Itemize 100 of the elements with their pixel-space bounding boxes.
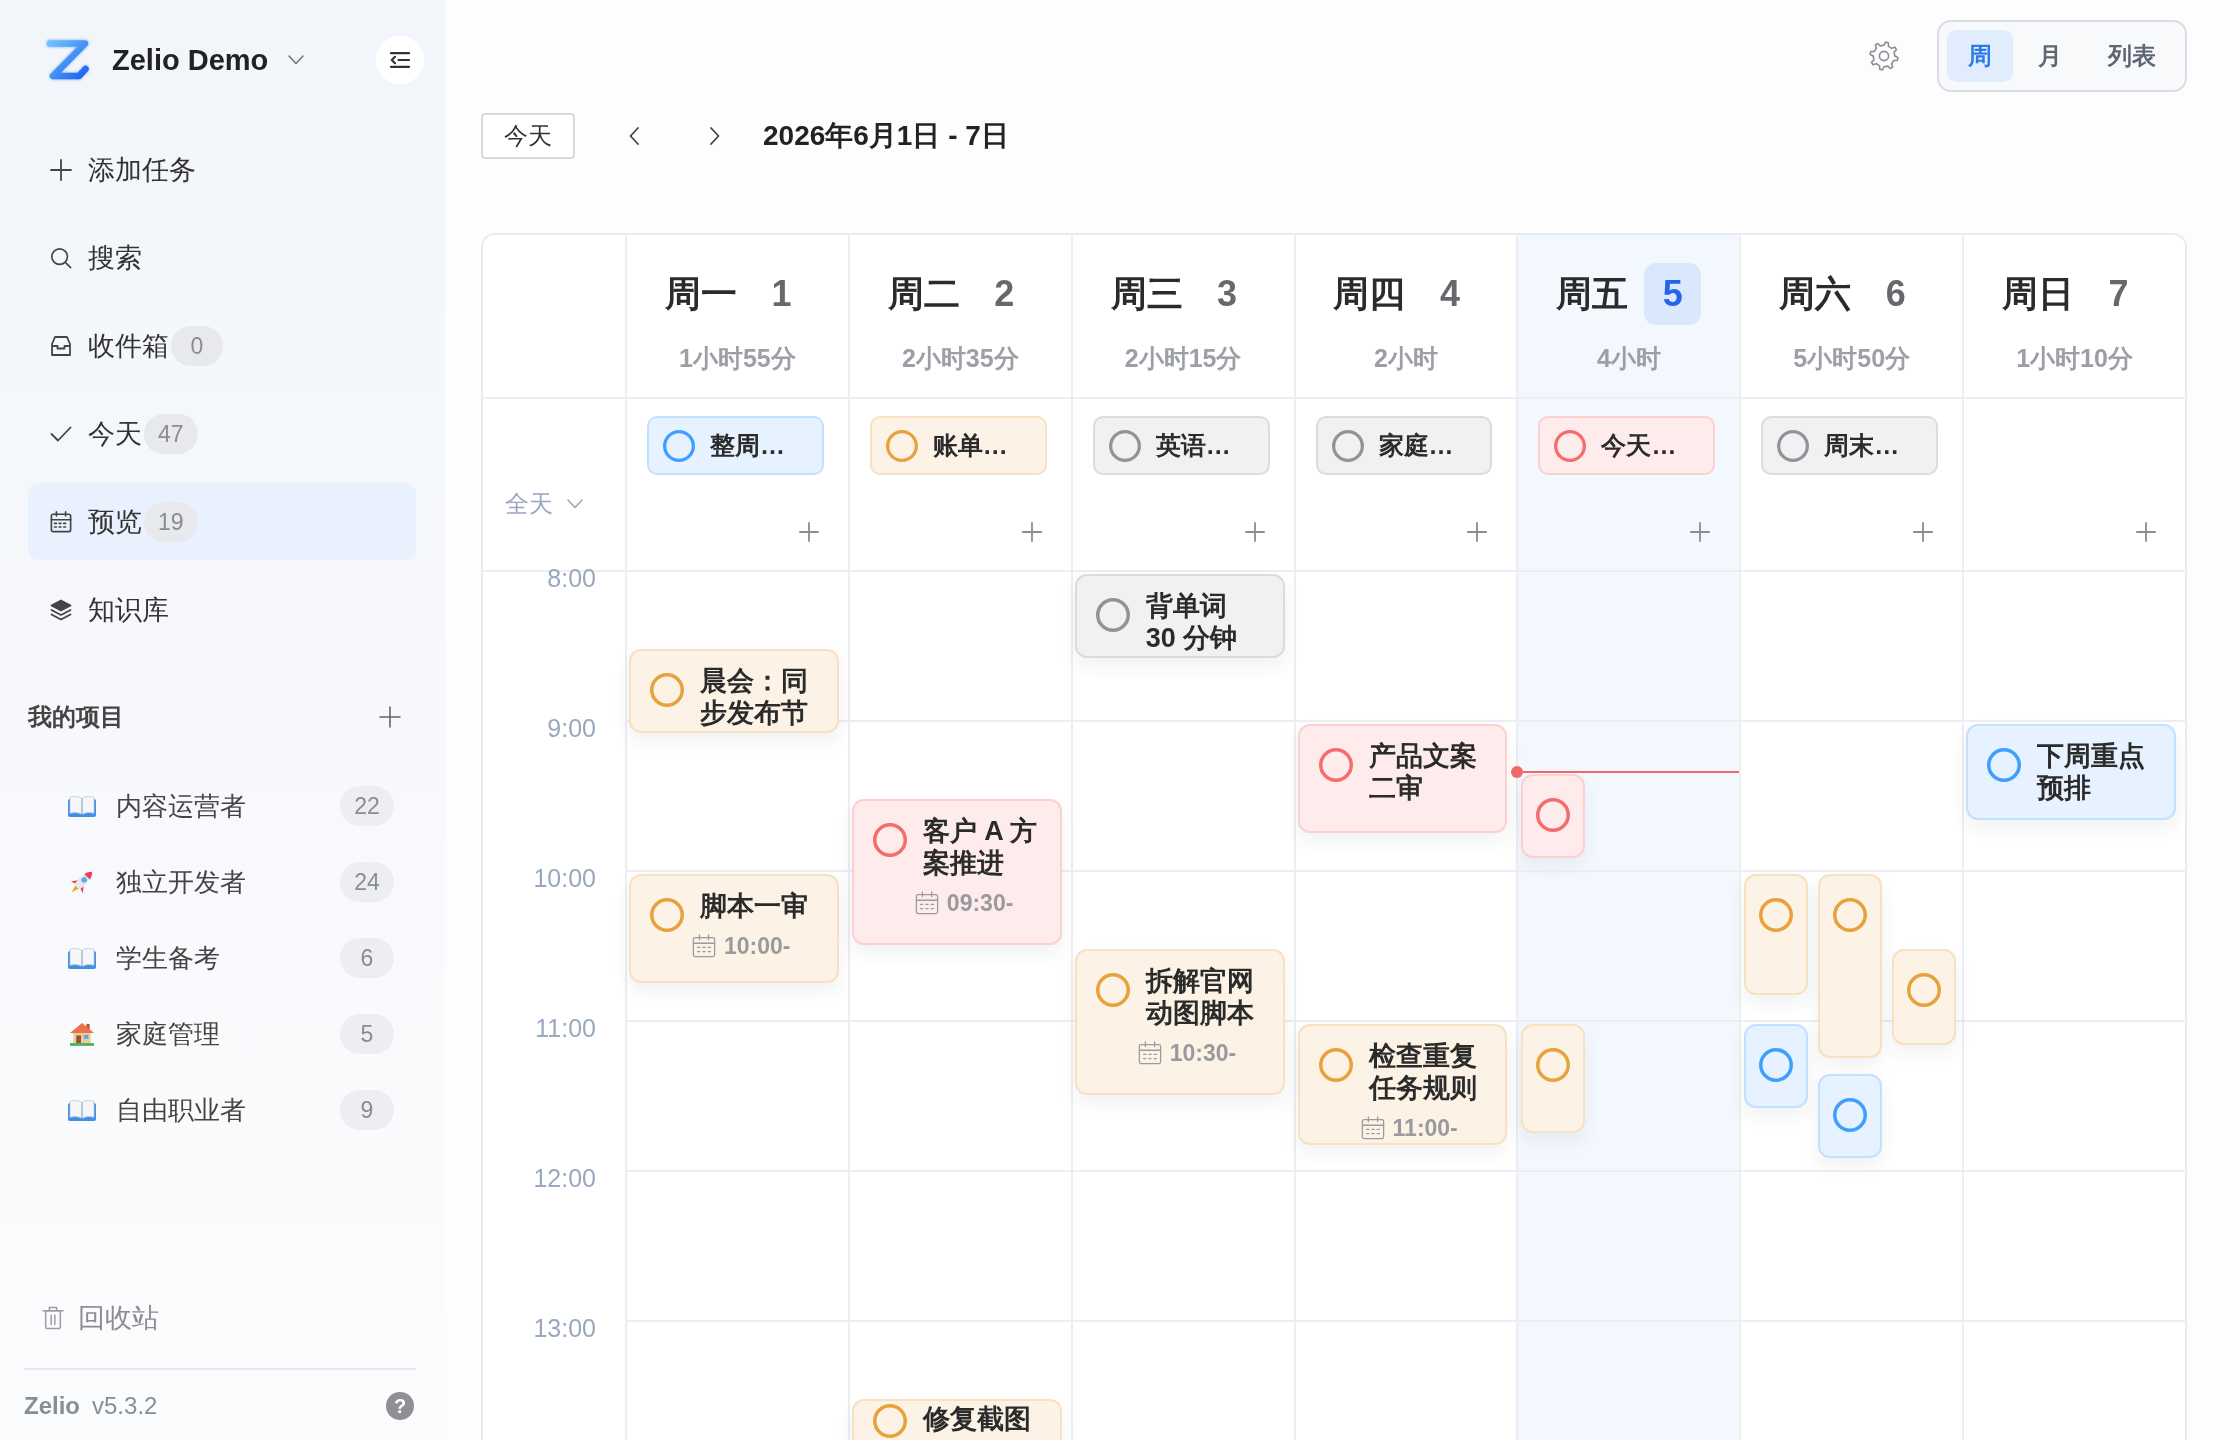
weekday-label: 周五 <box>1556 271 1629 316</box>
date-number: 7 <box>2107 272 2130 316</box>
checkbox-circle-icon[interactable] <box>1536 1048 1571 1082</box>
all-day-task-chip[interactable]: 英语… <box>1092 416 1270 476</box>
event-card[interactable]: 修复截图 <box>851 1399 1062 1440</box>
hour-label: 10:00 <box>533 864 596 892</box>
event-card[interactable] <box>1744 874 1809 995</box>
event-title: 检查重复任务规则 <box>1368 1040 1478 1104</box>
plus-icon <box>1021 522 1042 542</box>
checkbox-circle-icon[interactable] <box>1095 598 1130 632</box>
add-event-button[interactable] <box>1690 522 1711 542</box>
event-title: 拆解官网动图脚本 <box>1145 965 1255 1029</box>
checkbox-circle-icon[interactable] <box>1554 429 1587 462</box>
project-item[interactable]: 家庭管理 5 <box>28 1004 416 1064</box>
checkbox-circle-icon[interactable] <box>1759 1048 1794 1082</box>
count-badge: 47 <box>144 413 198 454</box>
event-time: 09:30- <box>946 889 1014 917</box>
count-badge: 5 <box>340 1014 394 1054</box>
checkbox-circle-icon[interactable] <box>872 823 907 857</box>
workspace-switcher[interactable]: Zelio Demo <box>112 43 305 77</box>
chevron-right-icon <box>709 126 721 146</box>
all-day-task-chip[interactable]: 家庭… <box>1315 416 1493 476</box>
event-card[interactable] <box>1521 774 1586 858</box>
event-card[interactable] <box>1521 1024 1586 1133</box>
add-event-button[interactable] <box>1467 522 1488 542</box>
task-title: 周末… <box>1824 430 1900 462</box>
event-card[interactable] <box>1744 1024 1809 1108</box>
view-tab[interactable]: 列表 <box>2087 30 2177 82</box>
date-number: 2 <box>993 272 1016 316</box>
event-card[interactable]: 产品文案二审 <box>1297 724 1508 833</box>
add-event-button[interactable] <box>1021 522 1042 542</box>
sidebar-nav-item[interactable]: 收件箱 0 <box>28 307 416 384</box>
event-card[interactable] <box>1818 1074 1883 1158</box>
project-item[interactable]: 自由职业者 9 <box>28 1080 416 1140</box>
today-button[interactable]: 今天 <box>481 113 575 159</box>
checkbox-circle-icon[interactable] <box>1987 748 2022 782</box>
checkbox-circle-icon[interactable] <box>663 429 695 462</box>
collapse-sidebar-button[interactable] <box>376 36 424 84</box>
weekday-label: 周三 <box>1110 271 1183 316</box>
project-item[interactable]: 独立开发者 24 <box>28 852 416 912</box>
add-event-button[interactable] <box>798 522 819 542</box>
sidebar-nav-item[interactable]: 预览 19 <box>28 483 416 560</box>
checkbox-circle-icon[interactable] <box>1536 798 1571 832</box>
project-item[interactable]: 内容运营者 22 <box>28 776 416 836</box>
checkbox-circle-icon[interactable] <box>1108 429 1141 462</box>
count-badge: 22 <box>340 786 394 826</box>
event-card[interactable]: 下周重点预排 <box>1966 724 2176 820</box>
checkbox-circle-icon[interactable] <box>872 1404 907 1438</box>
sidebar-nav-item[interactable]: 今天 47 <box>28 395 416 472</box>
task-title: 家庭… <box>1378 430 1454 462</box>
view-tab[interactable]: 月 <box>2017 30 2083 82</box>
chevron-left-icon <box>628 126 640 146</box>
checkbox-circle-icon[interactable] <box>885 429 918 462</box>
calendar-icon <box>1137 1041 1162 1065</box>
event-time: 10:30- <box>1169 1039 1237 1067</box>
all-day-task-chip[interactable]: 周末… <box>1761 416 1939 476</box>
sidebar-nav-item[interactable]: 知识库 <box>28 571 416 648</box>
checkbox-circle-icon[interactable] <box>1095 973 1130 1007</box>
count-badge: 9 <box>340 1090 394 1130</box>
sidebar-nav-item[interactable]: 搜索 <box>28 219 416 296</box>
event-card[interactable]: 背单词 30 分钟 <box>1074 574 1285 658</box>
all-day-task-chip[interactable]: 账单… <box>869 416 1047 476</box>
event-card[interactable]: 脚本一审 10:00- <box>629 874 839 983</box>
previous-week-button[interactable] <box>628 126 640 146</box>
checkbox-circle-icon[interactable] <box>1331 429 1364 462</box>
checkbox-circle-icon[interactable] <box>1833 898 1868 932</box>
event-time: 10:00- <box>724 932 791 960</box>
add-event-button[interactable] <box>1913 522 1934 542</box>
event-card[interactable]: 检查重复任务规则 11:00- <box>1297 1024 1508 1145</box>
checkbox-circle-icon[interactable] <box>1318 748 1353 782</box>
all-day-task-chip[interactable]: 今天… <box>1538 416 1716 476</box>
event-card[interactable]: 客户 A 方案推进 09:30- <box>851 799 1062 945</box>
task-title: 整周… <box>710 430 785 462</box>
add-event-button[interactable] <box>2136 522 2156 542</box>
checkbox-circle-icon[interactable] <box>1833 1098 1868 1132</box>
checkbox-circle-icon[interactable] <box>1759 898 1794 932</box>
duration-text: 4小时 <box>1596 343 1661 374</box>
event-card[interactable]: 晨会：同步发布节 <box>629 649 839 733</box>
count-badge: 0 <box>171 325 223 366</box>
event-card[interactable] <box>1818 874 1883 1058</box>
plus-icon <box>1244 522 1265 542</box>
settings-icon[interactable] <box>1868 40 1900 72</box>
add-event-button[interactable] <box>1244 522 1265 542</box>
checkbox-circle-icon[interactable] <box>1318 1048 1353 1082</box>
project-item[interactable]: 学生备考 6 <box>28 928 416 988</box>
sidebar-nav-item[interactable]: 添加任务 <box>28 131 416 208</box>
event-card[interactable] <box>1892 949 1957 1045</box>
task-title: 账单… <box>932 430 1008 462</box>
checkbox-circle-icon[interactable] <box>1907 973 1942 1007</box>
event-card[interactable]: 拆解官网动图脚本 10:30- <box>1074 949 1285 1095</box>
next-week-button[interactable] <box>709 126 721 146</box>
checkbox-circle-icon[interactable] <box>650 673 684 707</box>
checkbox-circle-icon[interactable] <box>650 898 684 932</box>
checkbox-circle-icon[interactable] <box>1777 429 1810 462</box>
weekday-label: 周一 <box>664 271 737 316</box>
search-icon <box>50 246 72 269</box>
duration-text: 1小时10分 <box>2016 343 2133 374</box>
add-project-button[interactable] <box>379 706 401 728</box>
all-day-task-chip[interactable]: 整周… <box>647 416 824 476</box>
open-book-icon <box>68 946 96 970</box>
